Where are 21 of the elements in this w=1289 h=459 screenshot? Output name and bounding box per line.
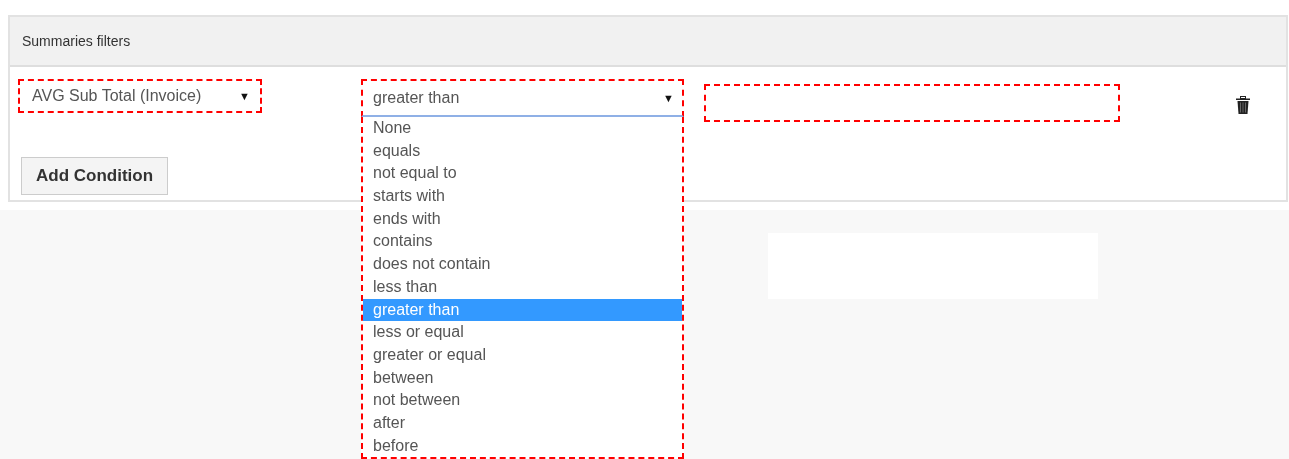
caret-icon: ▼ (239, 90, 250, 102)
dropdown-option[interactable]: less than (363, 275, 682, 299)
field-select[interactable]: AVG Sub Total (Invoice) ▼ (18, 79, 262, 113)
dropdown-option[interactable]: after (363, 411, 682, 435)
dropdown-option[interactable]: does not contain (363, 253, 682, 276)
panel-title: Summaries filters (22, 33, 131, 49)
dropdown-option[interactable]: starts with (363, 185, 682, 208)
dropdown-option[interactable]: not equal to (363, 162, 682, 186)
dropdown-option[interactable]: before (363, 434, 682, 458)
dropdown-option[interactable]: less or equal (363, 321, 682, 344)
dropdown-option[interactable]: ends with (363, 207, 682, 231)
trash-icon[interactable] (1236, 96, 1250, 114)
caret-icon: ▼ (663, 92, 674, 104)
dropdown-option[interactable]: greater or equal (363, 343, 682, 367)
dropdown-option[interactable]: equals (363, 139, 682, 163)
dropdown-option[interactable]: between (363, 366, 682, 390)
dropdown-option[interactable]: not between (363, 389, 682, 412)
value-input-field[interactable] (704, 84, 1120, 122)
dropdown-option[interactable]: None (363, 117, 682, 140)
dropdown-option[interactable]: contains (363, 230, 682, 254)
add-condition-button[interactable]: Add Condition (21, 157, 169, 195)
